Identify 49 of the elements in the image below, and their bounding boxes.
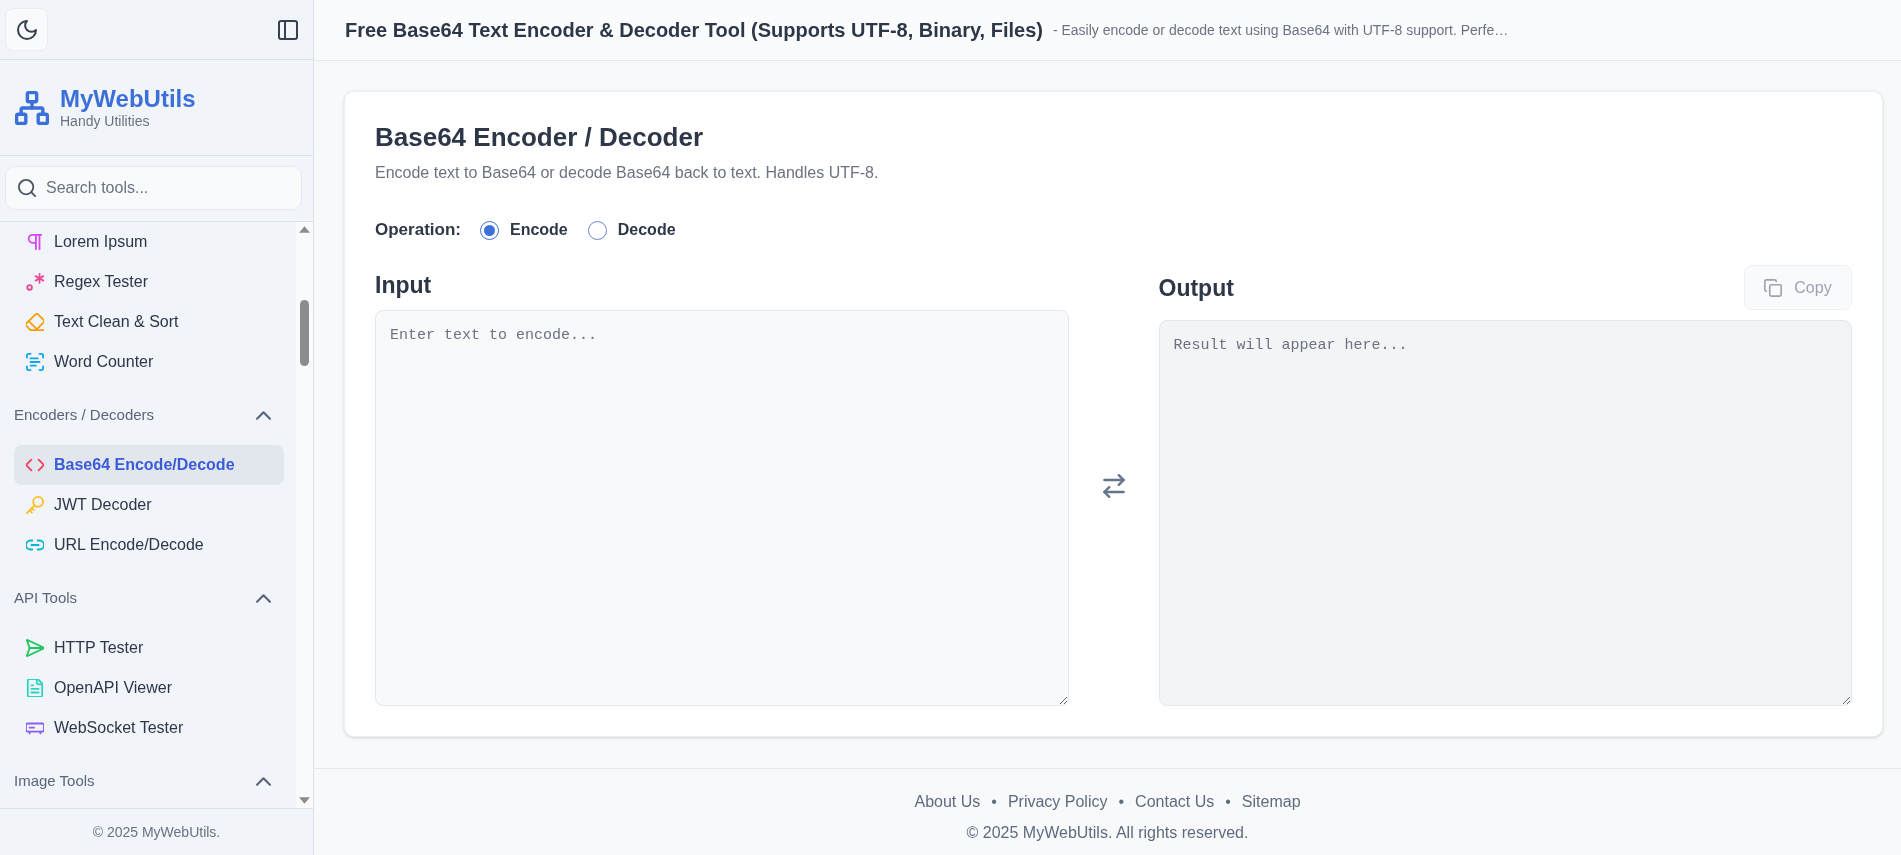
scroll-down-icon[interactable] — [299, 797, 310, 804]
tool-description: Encode text to Base64 or decode Base64 back to text. Handles UTF-8. — [375, 163, 880, 183]
sidebar-item[interactable]: Base64 Encode/Decode — [14, 445, 284, 485]
sidebar-item[interactable]: HTTP Tester — [14, 628, 284, 668]
page-subtitle: - Easily encode or decode text using Base64 with UTF-8 support. Perfe… — [1052, 20, 1509, 40]
output-field[interactable]: Result will appear here... — [1158, 320, 1852, 706]
brand-name[interactable]: MyWebUtils — [60, 84, 196, 113]
separator-dot: • — [1118, 792, 1125, 812]
moon-icon — [16, 19, 37, 40]
sidebar-item[interactable]: WebSocket Tester — [14, 708, 284, 748]
sidebar-item[interactable]: Word Counter — [14, 342, 284, 382]
sidebar-item[interactable]: Regex Tester — [14, 262, 284, 302]
section-header[interactable]: Encoders / Decoders — [14, 395, 284, 435]
operation-label: Operation: — [375, 219, 461, 242]
sidebar-item[interactable]: OpenAPI Viewer — [14, 668, 284, 708]
footer-link[interactable]: Sitemap — [1241, 790, 1301, 814]
input-heading: Input — [375, 271, 433, 299]
sidebar-copyright: © 2025 MyWebUtils. — [0, 808, 313, 855]
radio-button[interactable] — [587, 220, 607, 240]
theme-toggle-button[interactable] — [5, 8, 48, 51]
network-logo-icon — [15, 90, 49, 125]
scrollbar-thumb[interactable] — [300, 300, 309, 366]
tool-title: Base64 Encoder / Decoder — [375, 122, 705, 153]
footer-link[interactable]: Privacy Policy — [1007, 790, 1108, 814]
footer-link[interactable]: About Us — [914, 790, 981, 814]
copy-icon — [1764, 278, 1783, 297]
footer-link[interactable]: Contact Us — [1135, 790, 1215, 814]
separator-dot: • — [1225, 792, 1231, 812]
sidebar-item[interactable]: JWT Decoder — [14, 485, 284, 525]
swap-arrows-icon[interactable] — [1101, 473, 1126, 498]
search-icon — [18, 179, 36, 197]
radio-button[interactable] — [479, 220, 499, 240]
sidebar-item[interactable]: URL Encode/Decode — [14, 525, 284, 565]
scroll-up-icon[interactable] — [299, 226, 310, 233]
radio-label[interactable]: Decode — [617, 218, 676, 242]
section-header[interactable]: Image Tools — [14, 761, 284, 801]
sidebar-item[interactable]: Lorem Ipsum — [14, 222, 284, 262]
scrollbar[interactable] — [296, 222, 313, 808]
brand-tagline: Handy Utilities — [60, 112, 151, 131]
radio-label[interactable]: Encode — [509, 218, 568, 242]
sidebar-toggle-icon[interactable] — [278, 19, 298, 40]
input-field[interactable]: Enter text to encode... — [375, 310, 1069, 706]
sidebar-item[interactable]: Text Clean & Sort — [14, 302, 284, 342]
page-title: Free Base64 Text Encoder & Decoder Tool (Supports UTF-8, Binary, Files) — [345, 18, 1043, 43]
search-field[interactable]: Search tools... — [5, 166, 302, 210]
output-heading: Output — [1158, 273, 1234, 302]
separator-dot: • — [991, 792, 997, 812]
section-header[interactable]: API Tools — [14, 578, 284, 618]
footer-copyright: © 2025 MyWebUtils. All rights reserved. — [966, 823, 1249, 843]
